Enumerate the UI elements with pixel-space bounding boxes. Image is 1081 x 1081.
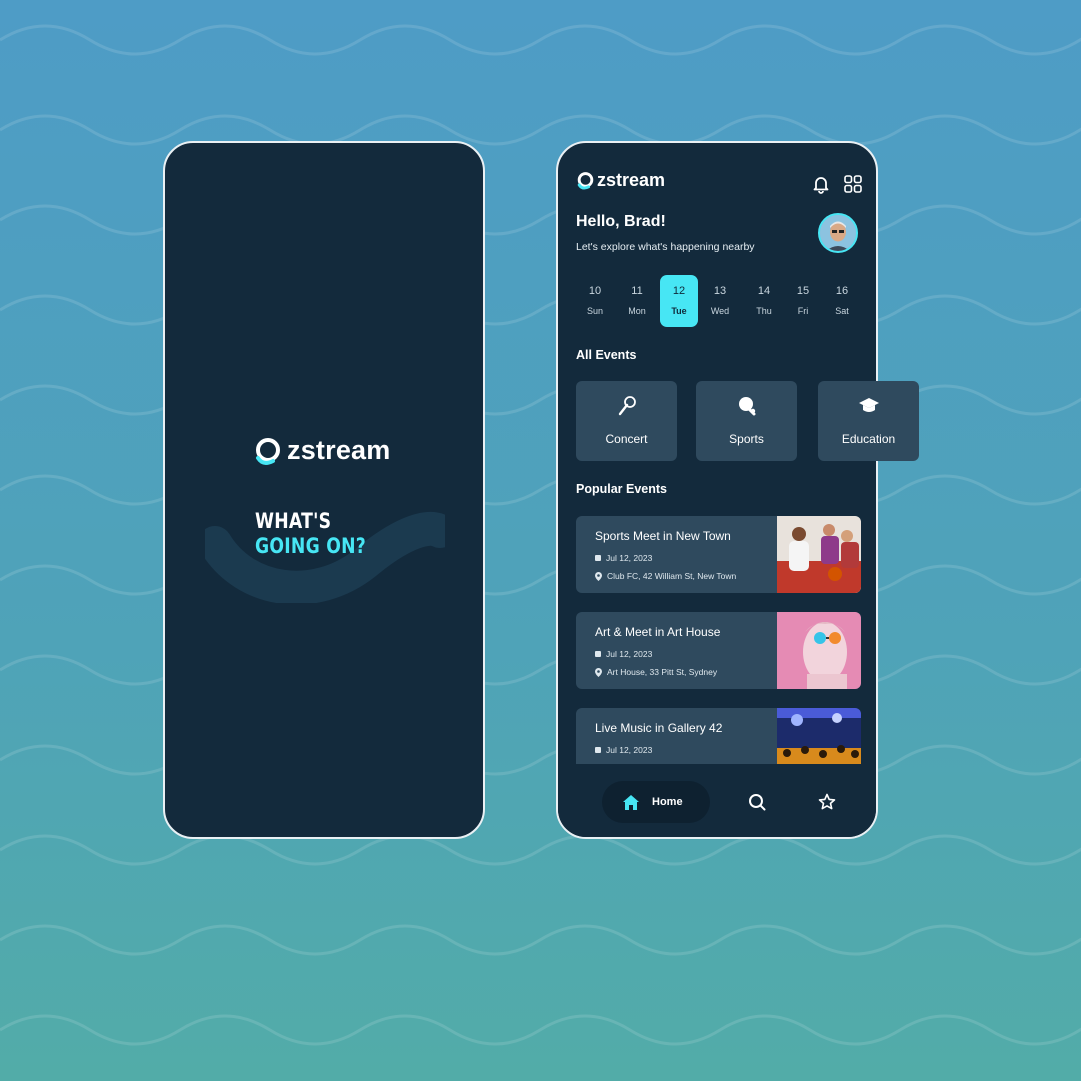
day-wed[interactable]: 13 Wed [701, 275, 739, 327]
event-card[interactable]: Art & Meet in Art House Jul 12, 2023 Art… [576, 612, 861, 689]
home-icon [623, 794, 639, 810]
event-card[interactable]: Sports Meet in New Town Jul 12, 2023 Clu… [576, 516, 861, 593]
event-title: Live Music in Gallery 42 [595, 721, 723, 735]
location-pin-icon [595, 571, 602, 581]
event-title: Art & Meet in Art House [595, 625, 721, 639]
event-title: Sports Meet in New Town [595, 529, 731, 543]
day-name: Fri [797, 306, 809, 316]
ping-pong-icon [738, 397, 755, 416]
greeting: Hello, Brad! [576, 213, 666, 230]
nav-home-button[interactable]: Home [602, 781, 710, 823]
splash-screen: zstream WHAT'S GOING ON? [163, 141, 485, 839]
splash-logo: zstream [253, 435, 390, 466]
avatar[interactable] [818, 213, 858, 253]
day-name: Sun [586, 306, 603, 316]
date-selector: 10 Sun 11 Mon 12 Tue 13 Wed 14 Thu 15 Fri 16 Sa… [576, 275, 860, 327]
day-number: 10 [588, 285, 602, 297]
tagline-line2: GOING ON? [255, 534, 366, 558]
event-location-text: Art House, 33 Pitt St, Sydney [607, 667, 718, 677]
event-date-text: Jul 12, 2023 [606, 553, 653, 563]
all-events-heading: All Events [576, 348, 637, 362]
event-date-text: Jul 12, 2023 [606, 649, 653, 659]
day-sun[interactable]: 10 Sun [576, 275, 614, 327]
day-number: 11 [631, 285, 643, 297]
day-thu[interactable]: 14 Thu [745, 275, 783, 327]
event-image-art [777, 612, 861, 689]
day-name: Tue [671, 306, 687, 316]
category-sports[interactable]: Sports [696, 381, 797, 461]
event-date: Jul 12, 2023 [595, 649, 652, 659]
day-tue-selected[interactable]: 12 Tue [660, 275, 698, 327]
brand-logo-text: zstream [597, 170, 666, 190]
event-location: Club FC, 42 William St, New Town [595, 571, 736, 581]
event-date-text: Jul 12, 2023 [606, 745, 653, 755]
calendar-icon [595, 555, 601, 561]
tagline-line1: WHAT'S [255, 509, 332, 533]
day-name: Wed [710, 306, 730, 316]
nav-home-label: Home [652, 796, 683, 808]
category-concert[interactable]: Concert [576, 381, 677, 461]
home-screen: zstream Hello, Brad! Let's explore what'… [556, 141, 919, 839]
event-date: Jul 12, 2023 [595, 553, 652, 563]
day-number: 13 [713, 285, 727, 297]
category-label: Sports [729, 432, 764, 446]
zstream-logo-icon [577, 172, 594, 190]
day-name: Mon [628, 306, 646, 316]
event-location: Art House, 33 Pitt St, Sydney [595, 667, 717, 677]
event-image-sports [777, 516, 861, 593]
event-location-text: Club FC, 42 William St, New Town [607, 571, 737, 581]
category-education[interactable]: Education [818, 381, 919, 461]
day-number: 12 [672, 285, 686, 297]
day-name: Sat [835, 306, 849, 316]
bottom-nav: Home [558, 764, 876, 837]
day-number: 14 [757, 285, 771, 297]
calendar-icon [595, 747, 601, 753]
grid-menu-icon[interactable] [843, 174, 863, 194]
day-sat[interactable]: 16 Sat [823, 275, 861, 327]
brand-logo: zstream [576, 170, 665, 191]
event-date: Jul 12, 2023 [595, 745, 652, 755]
day-number: 16 [835, 285, 849, 297]
search-icon[interactable] [748, 793, 766, 811]
splash-tagline: WHAT'S GOING ON? [255, 509, 366, 559]
category-label: Education [841, 432, 896, 446]
calendar-icon [595, 651, 601, 657]
splash-logo-text: zstream [287, 435, 391, 465]
star-icon[interactable] [818, 793, 836, 811]
day-fri[interactable]: 15 Fri [784, 275, 822, 327]
day-name: Thu [756, 306, 772, 316]
location-pin-icon [595, 667, 602, 677]
popular-events-heading: Popular Events [576, 482, 667, 496]
graduation-cap-icon [858, 398, 879, 412]
greeting-subtitle: Let's explore what's happening nearby [576, 241, 755, 253]
category-label: Concert [605, 432, 648, 446]
day-mon[interactable]: 11 Mon [618, 275, 656, 327]
zstream-logo-icon [256, 437, 280, 465]
bell-icon[interactable] [811, 174, 831, 194]
avatar-photo [820, 215, 856, 251]
microphone-icon [618, 396, 636, 416]
day-number: 15 [796, 285, 810, 297]
